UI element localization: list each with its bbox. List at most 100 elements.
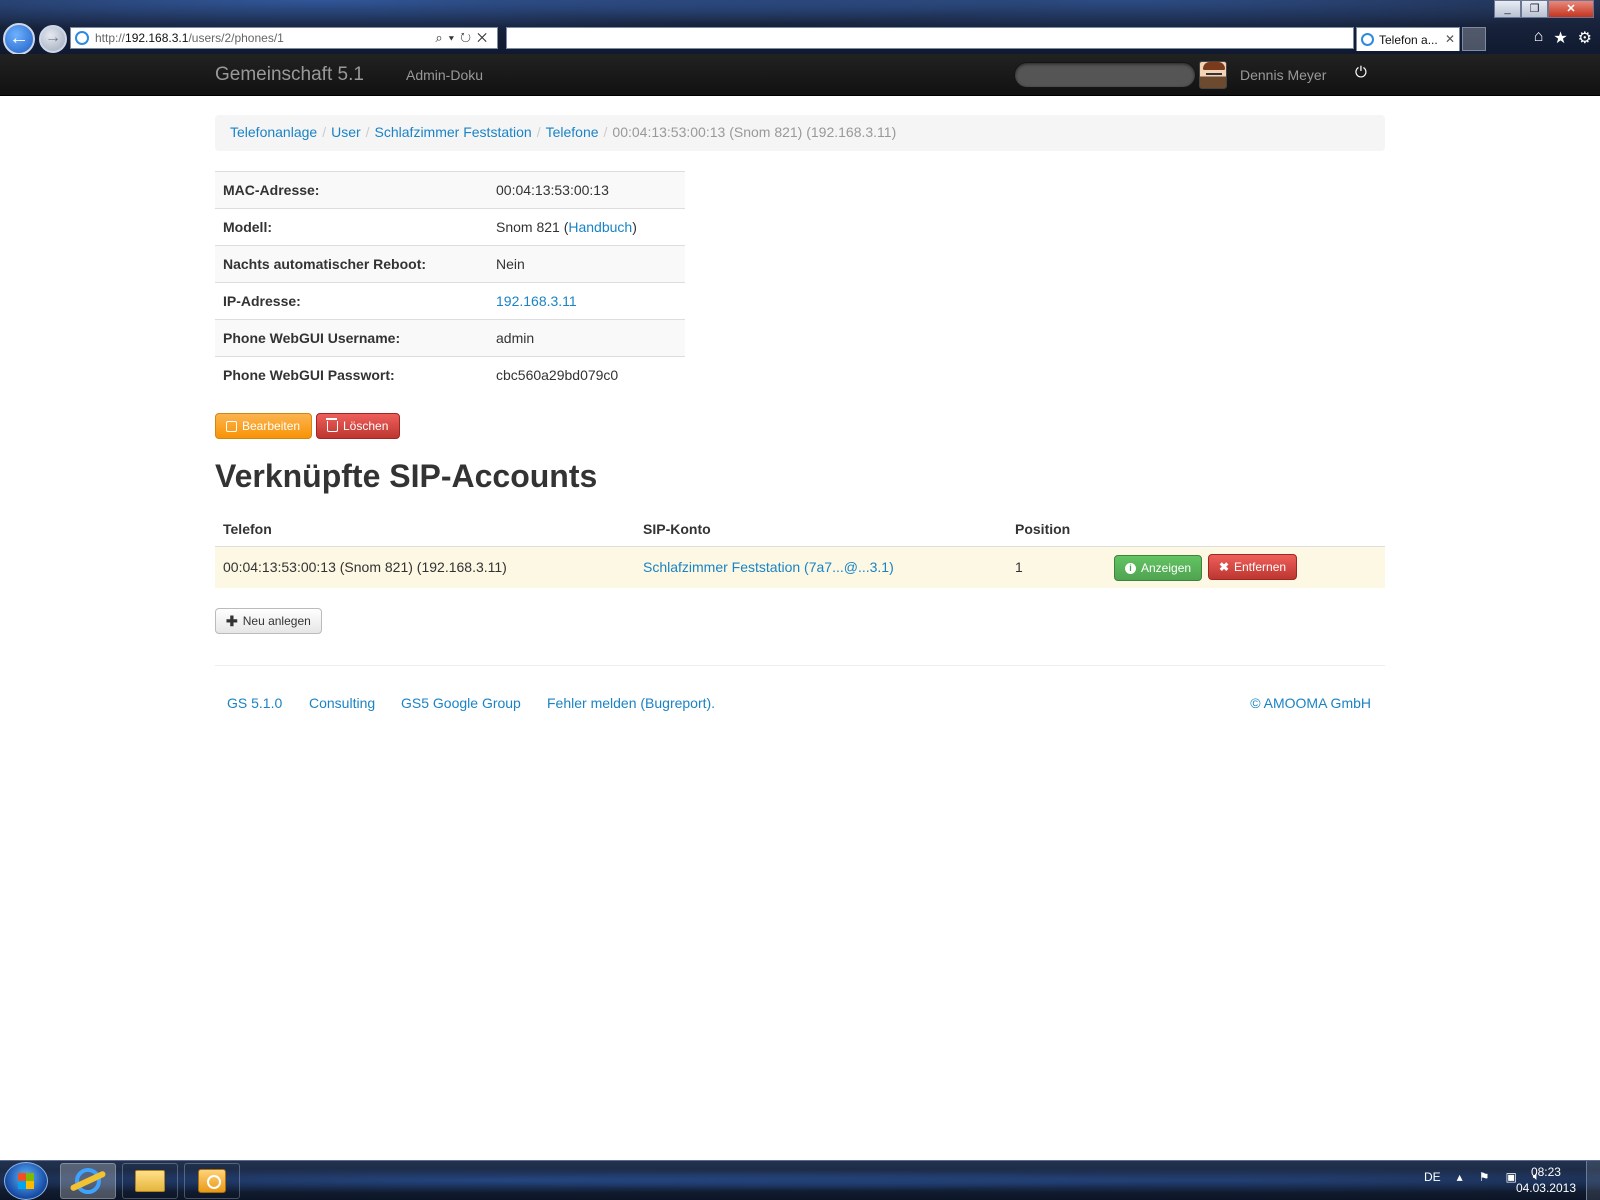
table-row: IP-Adresse: 192.168.3.11 <box>215 282 685 320</box>
close-tab-icon[interactable]: ✕ <box>1445 32 1455 46</box>
window-controls: _ ❐ ✕ <box>1494 0 1594 18</box>
table-header-row: Telefon SIP-Konto Position <box>215 512 1385 546</box>
close-window-button[interactable]: ✕ <box>1548 0 1594 18</box>
search-input[interactable] <box>1014 62 1196 88</box>
new-tab-button[interactable] <box>1462 27 1486 51</box>
home-icon[interactable]: ⌂ <box>1534 28 1544 48</box>
sip-accounts-heading: Verknüpfte SIP-Accounts <box>215 458 598 494</box>
stop-icon[interactable]: ✕ <box>477 30 493 45</box>
table-row: MAC-Adresse: 00:04:13:53:00:13 <box>215 171 685 209</box>
footer-link-version[interactable]: GS 5.1.0 <box>227 695 282 711</box>
table-row: Nachts automatischer Reboot: Nein <box>215 245 685 283</box>
breadcrumb: Telefonanlage / User / Schlafzimmer Feststat… <box>215 115 1385 151</box>
phone-details-table: MAC-Adresse: 00:04:13:53:00:13 Modell: S… <box>215 171 685 394</box>
detail-label: Nachts automatischer Reboot: <box>215 245 488 283</box>
breadcrumb-separator: / <box>536 124 541 140</box>
sip-account-link[interactable]: Schlafzimmer Feststation (7a7...@...3.1) <box>643 559 894 575</box>
clock-date: 04.03.2013 <box>1515 1181 1576 1195</box>
detail-value: Nein <box>488 245 685 283</box>
favorites-star-icon[interactable]: ★ <box>1553 28 1567 48</box>
detail-value: 00:04:13:53:00:13 <box>488 171 685 209</box>
language-indicator[interactable]: DE <box>1424 1170 1441 1184</box>
tray-expand-icon[interactable]: ▴ <box>1457 1170 1463 1184</box>
footer-copyright-link[interactable]: © AMOOMA GmbH <box>1250 695 1371 711</box>
refresh-icon[interactable]: ↻ <box>460 30 477 45</box>
cell-sip-konto: Schlafzimmer Feststation (7a7...@...3.1) <box>635 545 1007 588</box>
detail-label: IP-Adresse: <box>215 282 488 320</box>
show-desktop-button[interactable] <box>1586 1161 1600 1200</box>
edit-button[interactable]: Bearbeiten <box>215 413 312 439</box>
table-row: Phone WebGUI Passwort: cbc560a29bd079c0 <box>215 356 685 394</box>
tab-strip <box>506 27 1354 49</box>
detail-value: Snom 821 (Handbuch) <box>488 208 685 246</box>
new-entry-label: Neu anlegen <box>242 614 311 628</box>
action-center-flag-icon[interactable]: ⚑ <box>1479 1170 1490 1184</box>
breadcrumb-schlafzimmer[interactable]: Schlafzimmer Feststation <box>375 124 532 140</box>
forward-button[interactable]: → <box>39 25 67 53</box>
delete-button-label: Löschen <box>343 419 389 433</box>
column-header-position: Position <box>1015 520 1071 537</box>
internet-explorer-icon <box>75 1168 101 1194</box>
footer-link-google-group[interactable]: GS5 Google Group <box>401 695 521 711</box>
detail-value: 192.168.3.11 <box>488 282 685 320</box>
taskbar-ie-button[interactable] <box>60 1163 116 1199</box>
breadcrumb-user[interactable]: User <box>331 124 361 140</box>
clock[interactable]: 08:23 04.03.2013 <box>1516 1164 1576 1196</box>
table-row: Phone WebGUI Username: admin <box>215 319 685 357</box>
breadcrumb-current: 00:04:13:53:00:13 (Snom 821) (192.168.3.… <box>612 124 897 140</box>
detail-value: cbc560a29bd079c0 <box>488 356 685 394</box>
user-name[interactable]: Dennis Meyer <box>1240 67 1326 83</box>
remove-x-icon: ✖ <box>1218 559 1229 574</box>
edit-button-label: Bearbeiten <box>242 419 301 433</box>
maximize-button[interactable]: ❐ <box>1521 0 1548 18</box>
ip-address-link[interactable]: 192.168.3.11 <box>496 293 577 309</box>
gear-icon[interactable]: ⚙ <box>1578 28 1592 48</box>
table-row: Modell: Snom 821 (Handbuch) <box>215 208 685 246</box>
trash-icon <box>326 417 338 432</box>
cell-telefon: 00:04:13:53:00:13 (Snom 821) (192.168.3.… <box>215 545 635 588</box>
address-tools[interactable]: ⌕▾↻✕ <box>435 30 493 46</box>
detail-label: MAC-Adresse: <box>215 171 488 209</box>
ie-page-icon <box>75 31 89 45</box>
remove-button[interactable]: ✖ Entfernen <box>1207 553 1298 580</box>
sip-accounts-table: Telefon SIP-Konto Position 00:04:13:53:0… <box>215 512 1385 588</box>
breadcrumb-separator: / <box>322 124 327 140</box>
breadcrumb-telefonanlage[interactable]: Telefonanlage <box>230 124 317 140</box>
footer-link-bugreport[interactable]: Fehler melden (Bugreport). <box>547 695 715 711</box>
new-entry-button[interactable]: ✚ Neu anlegen <box>215 608 322 634</box>
column-header-sip-konto: SIP-Konto <box>643 520 711 537</box>
delete-button[interactable]: Löschen <box>316 413 400 439</box>
address-url: http://192.168.3.1/users/2/phones/1 <box>95 31 284 45</box>
browser-chrome: _ ❐ ✕ ← → http://192.168.3.1/users/2/pho… <box>0 0 1600 55</box>
model-value: Snom 821 ( <box>496 219 569 235</box>
detail-label: Modell: <box>215 208 488 246</box>
plus-icon: ✚ <box>226 612 238 629</box>
minimize-button[interactable]: _ <box>1494 0 1521 18</box>
folder-icon <box>135 1170 165 1192</box>
handbuch-link[interactable]: Handbuch <box>568 219 632 235</box>
taskbar: DE ▴ ⚑ ▣ 🔈︎ 08:23 04.03.2013 <box>0 1160 1600 1200</box>
address-bar[interactable]: http://192.168.3.1/users/2/phones/1 ⌕▾↻✕ <box>70 27 498 49</box>
ie-tab-icon <box>1361 33 1374 46</box>
cell-actions: i Anzeigen ✖ Entfernen <box>1106 545 1385 588</box>
app-navbar: Gemeinschaft 5.1 Admin-Doku Dennis Meyer… <box>0 54 1600 96</box>
show-button-label: Anzeigen <box>1141 561 1192 575</box>
model-suffix: ) <box>632 219 637 235</box>
back-button[interactable]: ← <box>3 23 35 55</box>
tab-title: Telefon a... <box>1379 32 1438 47</box>
start-button[interactable] <box>4 1162 48 1200</box>
footer-link-consulting[interactable]: Consulting <box>309 695 375 711</box>
remove-button-label: Entfernen <box>1234 559 1287 574</box>
browser-tab[interactable]: Telefon a... ✕ <box>1356 27 1460 51</box>
show-button[interactable]: i Anzeigen <box>1114 555 1203 581</box>
outlook-icon <box>198 1169 226 1193</box>
search-icon[interactable]: ⌕ <box>435 30 448 45</box>
brand-link[interactable]: Gemeinschaft 5.1 <box>215 64 364 86</box>
power-icon[interactable]: ⏻ <box>1355 64 1367 81</box>
taskbar-outlook-button[interactable] <box>184 1163 240 1199</box>
taskbar-explorer-button[interactable] <box>122 1163 178 1199</box>
avatar[interactable] <box>1199 61 1227 89</box>
dropdown-icon[interactable]: ▾ <box>449 30 460 45</box>
admin-doku-link[interactable]: Admin-Doku <box>406 67 483 83</box>
breadcrumb-telefone[interactable]: Telefone <box>546 124 599 140</box>
